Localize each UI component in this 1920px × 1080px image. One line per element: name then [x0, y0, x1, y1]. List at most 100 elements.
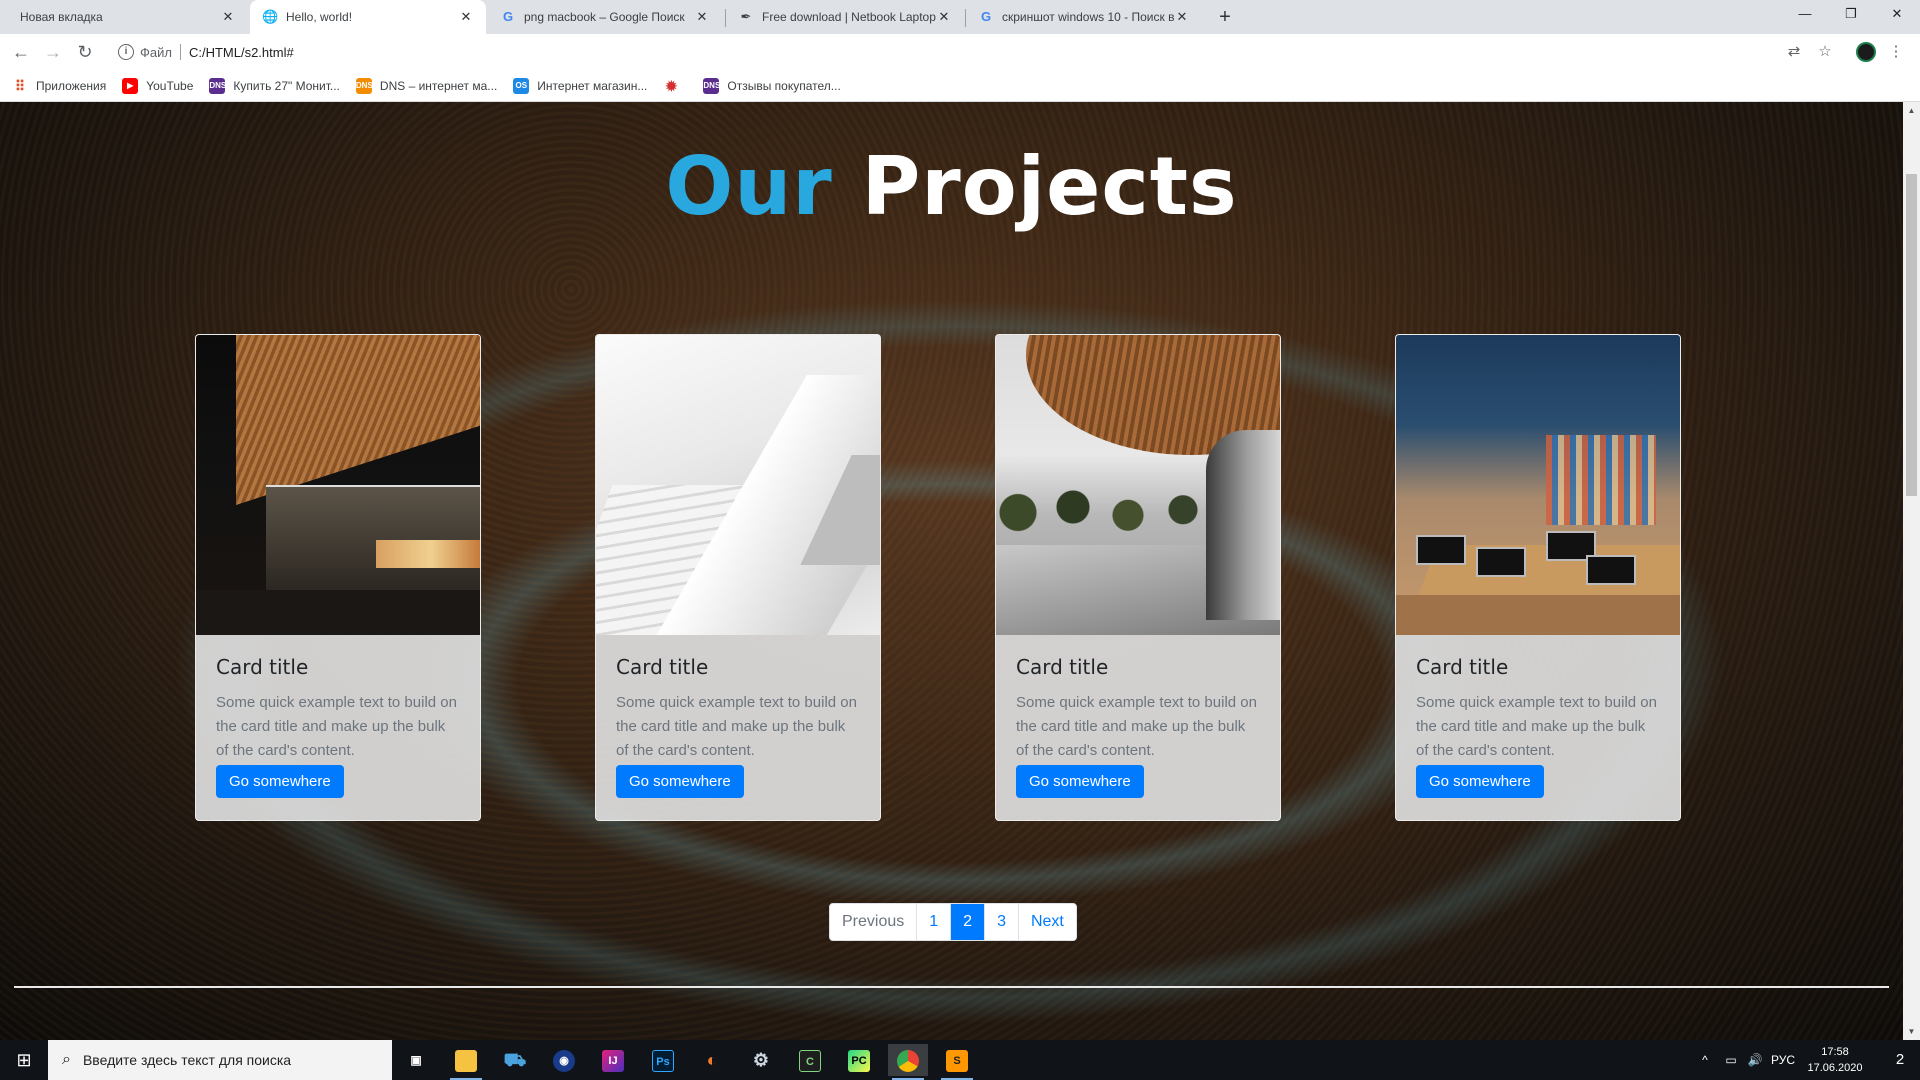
bookmark-label: Интернет магазин... [537, 78, 648, 93]
taskbar-search-input[interactable]: ⌕ Введите здесь текст для поиска [48, 1040, 392, 1080]
card-image-laptops-table [1396, 335, 1680, 635]
profile-avatar[interactable] [1856, 42, 1876, 62]
maximize-button[interactable]: ❐ [1828, 0, 1874, 30]
bookmark-apps[interactable]: ⠿ Приложения [12, 78, 106, 94]
pin-app-icon[interactable]: ⛟ [495, 1044, 535, 1076]
bookmark-dns[interactable]: DNS DNS – интернет ма... [355, 77, 498, 94]
bookmark-internet-shop[interactable]: OS Интернет магазин... [513, 77, 648, 94]
bookmark-label: DNS – интернет ма... [379, 78, 498, 93]
scroll-up-arrow-icon[interactable]: ▲ [1903, 102, 1920, 119]
apps-grid-icon: ⠿ [14, 77, 26, 94]
bookmark-youtube[interactable]: ▶ YouTube [122, 77, 193, 94]
code-editor-icon[interactable]: C [790, 1044, 830, 1076]
forward-arrow-icon[interactable]: → [41, 40, 65, 64]
bookmark-label: Отзывы покупател... [727, 78, 841, 93]
gear-red-icon: ✹ [665, 77, 678, 94]
scroll-down-arrow-icon[interactable]: ▼ [1903, 1023, 1920, 1040]
close-window-button[interactable]: ✕ [1874, 0, 1920, 30]
globe-icon: 🌐 [262, 9, 279, 24]
blender-icon[interactable]: ◐ [692, 1044, 732, 1076]
go-somewhere-button[interactable]: Go somewhere [1416, 765, 1544, 798]
youtube-icon: ▶ [122, 77, 139, 94]
go-somewhere-button[interactable]: Go somewhere [216, 765, 344, 798]
network-icon[interactable]: ▭ [1720, 1040, 1742, 1080]
dns-icon: DNS [209, 77, 226, 94]
chrome-icon[interactable] [888, 1044, 928, 1080]
browser-toolbar: ← → ↻ i Файл C:/HTML/s2.html# ⇄ ☆ ⋮ [0, 34, 1920, 70]
address-scheme: Файл [140, 44, 172, 60]
go-somewhere-button[interactable]: Go somewhere [1016, 765, 1144, 798]
search-icon: ⌕ [62, 1051, 71, 1068]
project-card: Card title Some quick example text to bu… [995, 334, 1281, 821]
back-arrow-icon[interactable]: ← [9, 40, 33, 64]
info-icon[interactable]: i [118, 44, 134, 60]
pagination-page-1[interactable]: 1 [917, 904, 952, 940]
os-icon: OS [513, 77, 530, 94]
bookmark-label: Купить 27" Монит... [233, 78, 340, 93]
task-view-icon[interactable]: ▣ [396, 1044, 436, 1076]
card-text: Some quick example text to build on the … [616, 694, 857, 759]
tab-new-tab[interactable]: Новая вкладка ✕ [8, 0, 248, 34]
minimize-button[interactable]: — [1782, 0, 1828, 30]
project-card: Card title Some quick example text to bu… [195, 334, 481, 821]
clock-time: 17:58 [1821, 1046, 1849, 1058]
address-path: C:/HTML/s2.html# [188, 44, 294, 60]
bookmark-label: Приложения [36, 78, 107, 93]
bookmark-gear[interactable]: ✹ [663, 78, 687, 94]
project-card: Card title Some quick example text to bu… [1395, 334, 1681, 821]
tab-netbook-laptop[interactable]: ✒ Free download | Netbook Laptop ✕ [726, 0, 964, 34]
volume-icon[interactable]: 🔊 [1744, 1040, 1766, 1080]
pagination-page-2[interactable]: 2 [951, 904, 986, 940]
close-icon[interactable]: ✕ [694, 9, 710, 25]
pycharm-icon[interactable]: PC [839, 1044, 879, 1076]
close-icon[interactable]: ✕ [458, 9, 474, 25]
google-icon: G [980, 9, 992, 24]
reload-icon[interactable]: ↻ [73, 40, 97, 64]
scrollbar-thumb[interactable] [1906, 174, 1917, 496]
input-language[interactable]: РУС [1768, 1040, 1798, 1080]
address-divider [179, 44, 181, 60]
system-clock[interactable]: 17:58 17.06.2020 [1800, 1044, 1870, 1076]
tab-png-macbook[interactable]: G png macbook – Google Поиск ✕ [488, 0, 722, 34]
steam-icon[interactable]: ⚙ [741, 1044, 781, 1076]
intellij-icon[interactable]: IJ [593, 1044, 633, 1076]
windows-start-icon[interactable]: ⊞ [0, 1040, 48, 1080]
bookmark-monitor[interactable]: DNS Купить 27" Монит... [209, 77, 340, 94]
show-hidden-icons-chevron-icon[interactable]: ^ [1696, 1040, 1714, 1080]
cinema4d-icon[interactable]: ◉ [544, 1044, 584, 1076]
vertical-scrollbar[interactable]: ▲ ▼ [1903, 102, 1920, 1040]
address-bar[interactable]: i Файл C:/HTML/s2.html# [110, 38, 1840, 66]
clock-date: 17.06.2020 [1807, 1062, 1863, 1074]
horizontal-divider [14, 986, 1889, 988]
tab-hello-world[interactable]: 🌐 Hello, world! ✕ [250, 0, 486, 34]
photoshop-icon[interactable]: Ps [643, 1044, 683, 1076]
pagination-previous[interactable]: Previous [830, 904, 918, 940]
tab-strip: Новая вкладка ✕ 🌐 Hello, world! ✕ G png … [0, 0, 1920, 34]
taskbar: ⊞ ⌕ Введите здесь текст для поиска ▣ ⛟ ◉… [0, 1040, 1920, 1080]
close-icon[interactable]: ✕ [220, 9, 236, 25]
tab-title: Hello, world! [286, 10, 353, 24]
close-icon[interactable]: ✕ [936, 9, 952, 25]
bookmark-reviews[interactable]: DNS Отзывы покупател... [703, 77, 841, 94]
file-explorer-icon[interactable] [446, 1044, 486, 1080]
tab-title: png macbook – Google Поиск [524, 10, 685, 24]
close-icon[interactable]: ✕ [1174, 9, 1190, 25]
tab-title: Новая вкладка [20, 10, 103, 24]
bookmarks-bar: ⠿ Приложения ▶ YouTube DNS Купить 27" Мо… [0, 70, 1920, 102]
card-text: Some quick example text to build on the … [216, 694, 457, 759]
tab-title: скриншот windows 10 - Поиск в [1002, 10, 1174, 24]
new-tab-button[interactable]: + [1213, 5, 1237, 29]
bookmark-star-icon[interactable]: ☆ [1815, 42, 1835, 62]
menu-kebab-icon[interactable]: ⋮ [1886, 42, 1906, 62]
translate-icon[interactable]: ⇄ [1784, 42, 1804, 62]
tab-screenshot-windows[interactable]: G скриншот windows 10 - Поиск в ✕ [966, 0, 1202, 34]
project-card: Card title Some quick example text to bu… [595, 334, 881, 821]
title-main: Projects [861, 140, 1238, 233]
pagination-page-3[interactable]: 3 [985, 904, 1019, 940]
notification-center-icon[interactable]: 2 [1880, 1040, 1920, 1080]
pagination-next[interactable]: Next [1019, 904, 1076, 940]
go-somewhere-button[interactable]: Go somewhere [616, 765, 744, 798]
card-title: Card title [216, 655, 309, 679]
sublime-text-icon[interactable]: S [937, 1044, 977, 1080]
page-viewport: Our Projects Card title Some quick examp… [0, 102, 1903, 1040]
